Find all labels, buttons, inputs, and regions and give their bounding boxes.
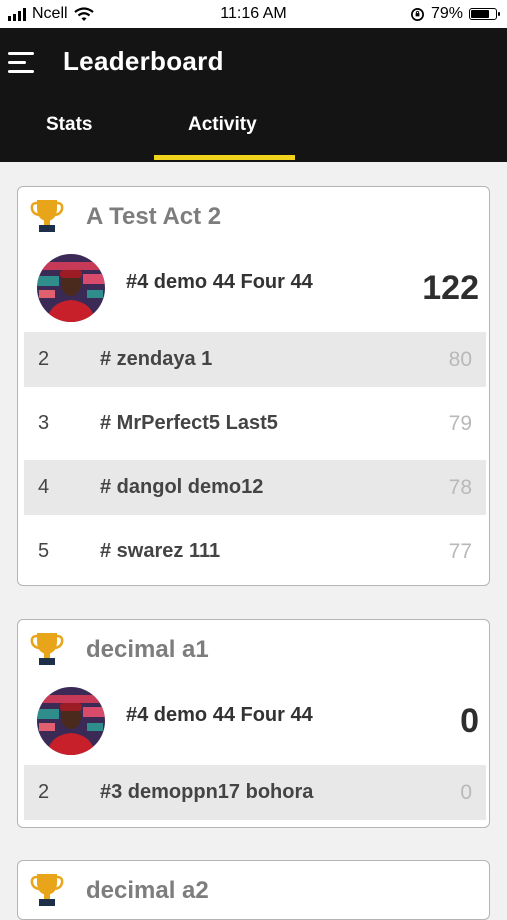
- tab-activity[interactable]: Activity: [188, 114, 257, 136]
- score: 78: [448, 475, 472, 499]
- rank: 5: [38, 540, 50, 562]
- rank: 2: [38, 348, 50, 370]
- rank: 4: [38, 476, 50, 498]
- list-item[interactable]: 5 # swarez 111 77: [24, 524, 486, 579]
- activity-title: A Test Act 2: [86, 203, 222, 230]
- rank: 2: [38, 781, 50, 803]
- battery-percent: 79%: [430, 5, 463, 22]
- leaderboard-card[interactable]: A Test Act 2 #4 demo 44 Four 44 122 2 # …: [17, 186, 490, 586]
- leader-name: #4 demo 44 Four 44: [126, 704, 313, 726]
- score: 0: [460, 780, 472, 804]
- tab-stats[interactable]: Stats: [46, 114, 92, 136]
- active-tab-indicator: [154, 155, 295, 160]
- battery-icon: [469, 8, 500, 20]
- participant-name: # MrPerfect5 Last5: [100, 412, 278, 434]
- leaderboard-card[interactable]: decimal a1 #4 demo 44 Four 44 0 2 #3 dem…: [17, 619, 490, 828]
- avatar: [37, 687, 105, 755]
- app-bar: Leaderboard Stats Activity: [0, 28, 507, 162]
- orientation-lock-icon: [411, 7, 424, 21]
- score: 77: [448, 539, 472, 563]
- activity-title: decimal a1: [86, 636, 209, 663]
- avatar: [37, 254, 105, 322]
- participant-name: #3 demoppn17 bohora: [100, 781, 314, 803]
- list-item[interactable]: 3 # MrPerfect5 Last5 79: [24, 396, 486, 451]
- leader-score: 122: [422, 269, 479, 307]
- status-bar: Ncell 11:16 AM 79%: [0, 0, 507, 28]
- list-item[interactable]: 2 # zendaya 1 80: [24, 332, 486, 387]
- rank: 3: [38, 412, 50, 434]
- leader-name: #4 demo 44 Four 44: [126, 271, 313, 293]
- leaderboard-card[interactable]: decimal a2: [17, 860, 490, 920]
- participant-name: # swarez 111: [100, 540, 221, 562]
- leader-score: 0: [460, 702, 479, 740]
- trophy-icon: [30, 200, 64, 232]
- list-item[interactable]: 2 #3 demoppn17 bohora 0: [24, 765, 486, 820]
- trophy-icon: [30, 633, 64, 665]
- score: 79: [448, 411, 472, 435]
- participant-name: # dangol demo12: [100, 476, 264, 498]
- menu-icon[interactable]: [8, 52, 36, 74]
- trophy-icon: [30, 874, 64, 906]
- participant-name: # zendaya 1: [100, 348, 213, 370]
- activity-title: decimal a2: [86, 877, 209, 904]
- score: 80: [448, 347, 472, 371]
- page-title: Leaderboard: [63, 46, 224, 76]
- list-item[interactable]: 4 # dangol demo12 78: [24, 460, 486, 515]
